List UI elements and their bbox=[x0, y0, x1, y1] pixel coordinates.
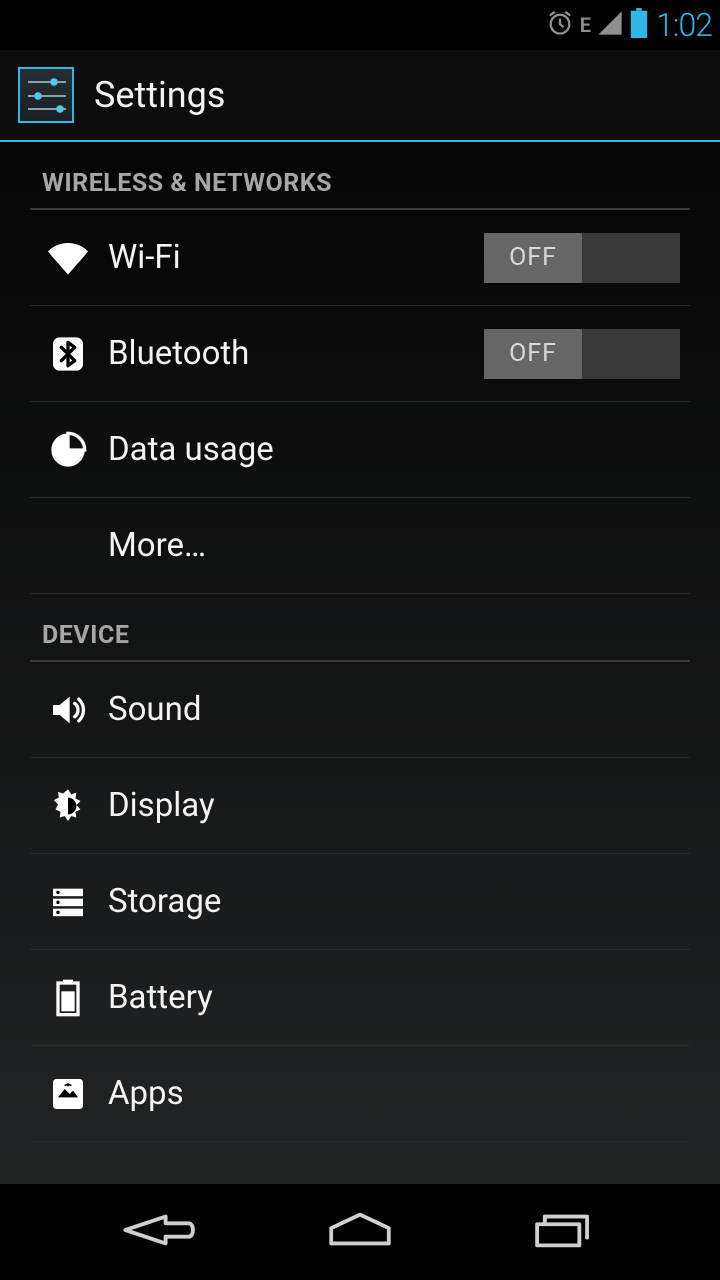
sound-label: Sound bbox=[105, 690, 690, 729]
recent-apps-button[interactable] bbox=[516, 1208, 612, 1256]
bluetooth-switch[interactable]: OFF bbox=[484, 329, 680, 379]
display-label: Display bbox=[105, 786, 690, 825]
row-battery[interactable]: Battery bbox=[30, 950, 690, 1046]
section-wireless-header: WIRELESS & NETWORKS bbox=[30, 142, 690, 210]
wifi-switch[interactable]: OFF bbox=[484, 233, 680, 283]
wifi-switch-text: OFF bbox=[484, 233, 582, 283]
display-icon bbox=[30, 786, 105, 826]
data-usage-icon bbox=[30, 430, 105, 470]
bluetooth-icon bbox=[30, 334, 105, 374]
row-sound[interactable]: Sound bbox=[30, 662, 690, 758]
row-more[interactable]: More… bbox=[30, 498, 690, 594]
wifi-icon bbox=[30, 238, 105, 278]
settings-app-icon bbox=[18, 67, 74, 123]
row-bluetooth[interactable]: Bluetooth OFF bbox=[30, 306, 690, 402]
action-bar: Settings bbox=[0, 50, 720, 142]
wifi-label: Wi-Fi bbox=[105, 238, 484, 277]
bluetooth-switch-text: OFF bbox=[484, 329, 582, 379]
row-data-usage[interactable]: Data usage bbox=[30, 402, 690, 498]
page-title: Settings bbox=[94, 74, 225, 116]
battery-label: Battery bbox=[105, 978, 690, 1017]
navigation-bar bbox=[0, 1184, 720, 1280]
row-apps[interactable]: Apps bbox=[30, 1046, 690, 1142]
row-wifi[interactable]: Wi-Fi OFF bbox=[30, 210, 690, 306]
sound-icon bbox=[30, 690, 105, 730]
settings-list[interactable]: WIRELESS & NETWORKS Wi-Fi OFF Bluetooth … bbox=[0, 142, 720, 1184]
section-device-header: DEVICE bbox=[30, 594, 690, 662]
storage-label: Storage bbox=[105, 882, 690, 921]
apps-label: Apps bbox=[105, 1074, 690, 1113]
row-display[interactable]: Display bbox=[30, 758, 690, 854]
storage-icon bbox=[30, 882, 105, 922]
status-bar: E 1:02 bbox=[0, 0, 720, 50]
more-label: More… bbox=[105, 526, 690, 565]
cell-signal-icon bbox=[596, 9, 624, 41]
battery-row-icon bbox=[30, 978, 105, 1018]
alarm-clock-icon bbox=[546, 9, 574, 41]
bluetooth-label: Bluetooth bbox=[105, 334, 484, 373]
row-storage[interactable]: Storage bbox=[30, 854, 690, 950]
clock-time: 1:02 bbox=[656, 6, 712, 44]
data-usage-label: Data usage bbox=[105, 430, 690, 469]
apps-icon bbox=[30, 1074, 105, 1114]
home-button[interactable] bbox=[312, 1208, 408, 1256]
edge-network-icon: E bbox=[580, 13, 590, 37]
back-button[interactable] bbox=[108, 1208, 204, 1256]
battery-icon bbox=[630, 8, 648, 42]
